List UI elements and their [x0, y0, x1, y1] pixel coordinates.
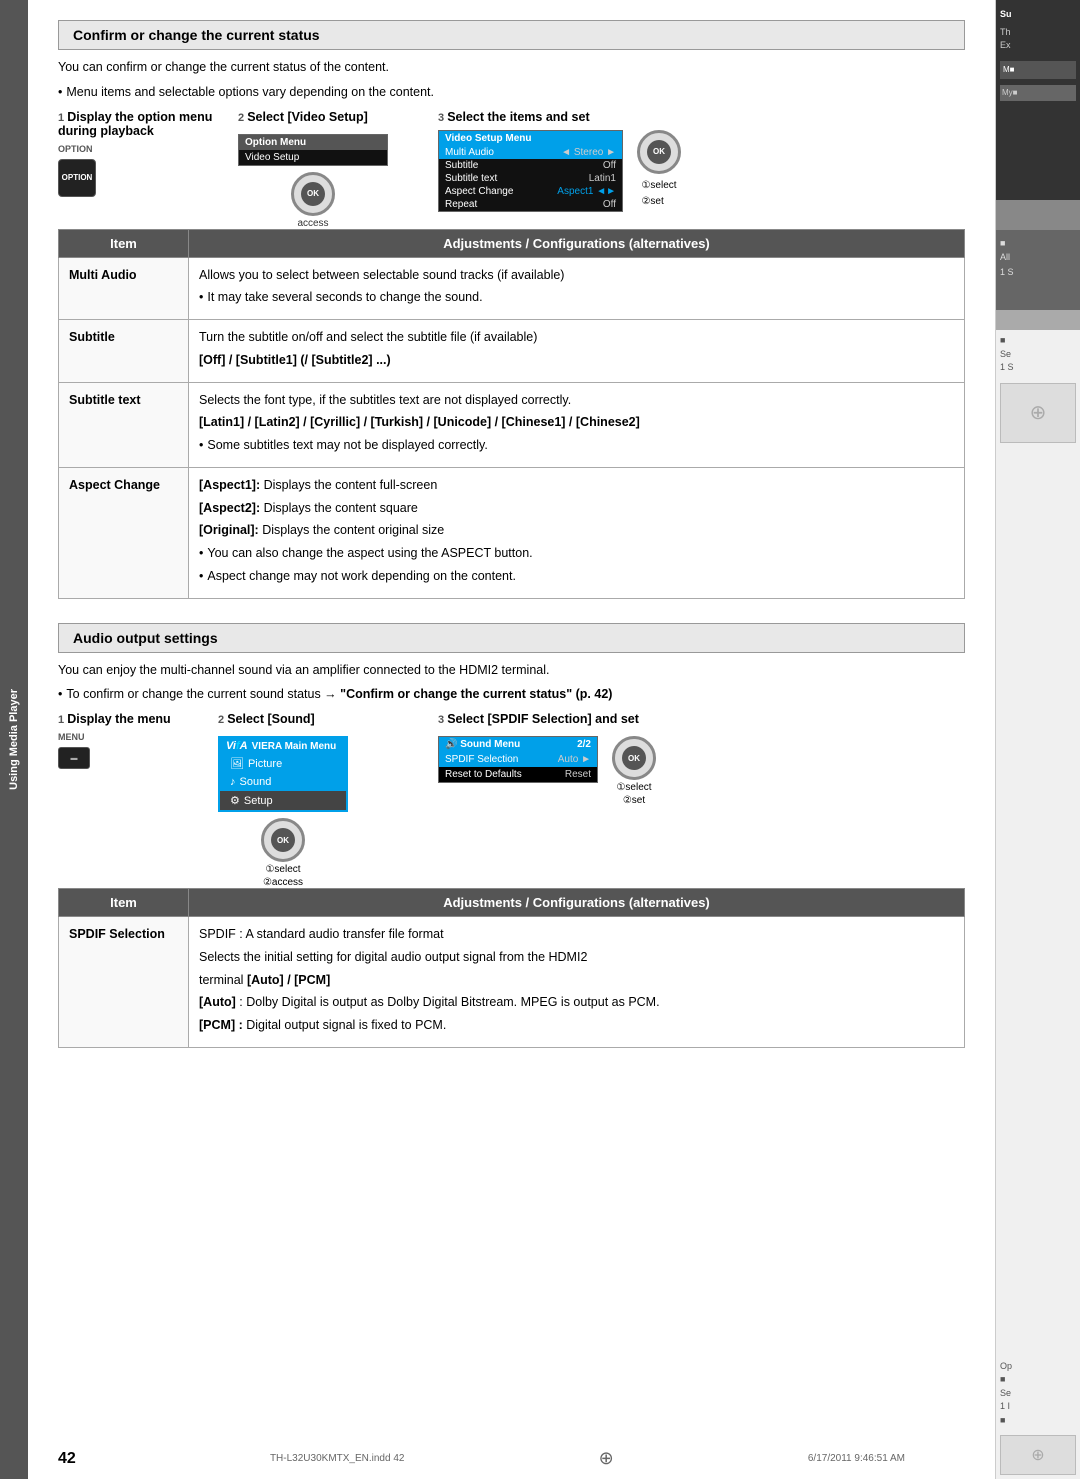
section1-intro2: •Menu items and selectable options vary … — [58, 83, 965, 102]
sidebar-mid-content: ■ All 1 S — [996, 230, 1080, 310]
page-number: 42 — [58, 1450, 76, 1468]
access-text: access — [297, 218, 328, 229]
section1-intro2-text: Menu items and selectable options vary d… — [66, 85, 434, 99]
sidebar-top-content: Su Th Ex M■ My■ — [996, 0, 1080, 200]
sound-menu-header: 🔊 Sound Menu 2/2 — [439, 737, 597, 752]
main-menu-header: VifA VIERA Main Menu — [220, 738, 346, 754]
section2-step1-title: 1 Display the menu — [58, 712, 171, 726]
section1-header: Confirm or change the current status — [58, 20, 965, 50]
section2-steps: 1 Display the menu MENU ▬ 2 Select [Soun… — [58, 712, 965, 888]
compass-icon: ⊕ — [599, 1448, 614, 1469]
section1: Confirm or change the current status You… — [58, 20, 965, 599]
item-label-aspect: Aspect Change — [59, 467, 189, 598]
section1-step2: 2 Select [Video Setup] Option Menu Video… — [238, 110, 418, 229]
table-row: Multi Audio Allows you to select between… — [59, 257, 965, 320]
item-desc-multiaudio: Allows you to select between selectable … — [189, 257, 965, 320]
table-row: Subtitle Turn the subtitle on/off and se… — [59, 320, 965, 383]
footer-right: 6/17/2011 9:46:51 AM — [808, 1453, 905, 1464]
section1-step2-title: 2 Select [Video Setup] — [238, 110, 368, 124]
video-setup-menu: Video Setup Menu Multi Audio◄ Stereo ► S… — [438, 130, 623, 212]
option-label-text: OPTION — [58, 144, 93, 154]
menu-button-icon[interactable]: ▬ — [58, 747, 90, 769]
footer-left: TH-L32U30KMTX_EN.indd 42 — [270, 1453, 405, 1464]
option-menu-item: Video Setup — [239, 150, 387, 165]
select-label-s2: ①select — [265, 864, 300, 875]
sidebar-tab-label: Using Media Player — [8, 689, 20, 790]
set-label2-s2: ②set — [623, 795, 645, 806]
item-label-subtitle: Subtitle — [59, 320, 189, 383]
section2: Audio output settings You can enjoy the … — [58, 623, 965, 1048]
sound-menu-box: 🔊 Sound Menu 2/2 SPDIF SelectionAuto ► R… — [438, 736, 598, 783]
section1-steps: 1 Display the option menu during playbac… — [58, 110, 965, 229]
page-footer: 42 TH-L32U30KMTX_EN.indd 42 ⊕ 6/17/2011 … — [58, 1448, 905, 1469]
select-label: ①select — [641, 178, 676, 194]
section1-intro1: You can confirm or change the current st… — [58, 58, 965, 77]
main-menu-box: VifA VIERA Main Menu 🖼 Picture ♪ Sound ⚙… — [218, 736, 348, 812]
table-row: Subtitle text Selects the font type, if … — [59, 382, 965, 467]
access-label-s2: ②access — [263, 877, 303, 888]
ok-inner: OK — [301, 182, 325, 206]
ok-inner-s2-3: OK — [622, 746, 646, 770]
video-setup-menu-header: Video Setup Menu — [439, 131, 622, 146]
item-label-spdif: SPDIF Selection — [59, 917, 189, 1048]
set-label: ②set — [641, 194, 676, 210]
item-desc-subtitletext: Selects the font type, if the subtitles … — [189, 382, 965, 467]
video-menu-items: Multi Audio◄ Stereo ► SubtitleOff Subtit… — [439, 146, 622, 211]
option-button-icon[interactable]: OPTION — [58, 159, 96, 197]
section2-intro1: You can enjoy the multi-channel sound vi… — [58, 661, 965, 680]
table2-header-adj: Adjustments / Configurations (alternativ… — [189, 889, 965, 917]
main-content: Confirm or change the current status You… — [28, 0, 995, 1479]
item-label-multiaudio: Multi Audio — [59, 257, 189, 320]
select-label2-s2: ①select — [616, 782, 651, 793]
option-menu-header: Option Menu — [239, 135, 387, 150]
table2-header-item: Item — [59, 889, 189, 917]
section2-step1: 1 Display the menu MENU ▬ — [58, 712, 198, 769]
option-menu-box: Option Menu Video Setup — [238, 134, 388, 166]
menu-label-text: MENU — [58, 732, 85, 742]
section2-step2: 2 Select [Sound] VifA VIERA Main Menu 🖼 … — [218, 712, 418, 888]
nav-circle-step3[interactable]: OK — [637, 130, 681, 174]
select-set: ①select ②set — [641, 178, 676, 210]
table-header-item: Item — [59, 229, 189, 257]
section1-step1: 1 Display the option menu during playbac… — [58, 110, 218, 197]
table-header-adj: Adjustments / Configurations (alternativ… — [189, 229, 965, 257]
table-row: SPDIF Selection SPDIF : A standard audio… — [59, 917, 965, 1048]
item-label-subtitletext: Subtitle text — [59, 382, 189, 467]
table-row: Aspect Change [Aspect1]: Displays the co… — [59, 467, 965, 598]
sound-menu-page: 2/2 — [577, 739, 591, 750]
menu-item-picture[interactable]: 🖼 Picture — [220, 754, 346, 773]
ok-inner-s2: OK — [271, 828, 295, 852]
sidebar-tab: Using Media Player — [0, 0, 28, 1479]
section2-step2-title: 2 Select [Sound] — [218, 712, 315, 726]
menu-item-setup[interactable]: ⚙ Setup — [220, 791, 346, 810]
right-sidebar: Su Th Ex M■ My■ ■ All 1 S ■ Se 1 S ⊕ Op … — [995, 0, 1080, 1479]
section1-step3-title: 3 Select the items and set — [438, 110, 590, 124]
section2-step3: 3 Select [SPDIF Selection] and set 🔊 Sou… — [438, 712, 965, 806]
item-desc-aspect: [Aspect1]: Displays the content full-scr… — [189, 467, 965, 598]
ok-inner3: OK — [647, 140, 671, 164]
section1-step3: 3 Select the items and set Video Setup M… — [438, 110, 965, 212]
nav-circle-s2-step2[interactable]: OK — [261, 818, 305, 862]
section2-step3-title: 3 Select [SPDIF Selection] and set — [438, 712, 639, 726]
menu-item-sound[interactable]: ♪ Sound — [220, 773, 346, 791]
section2-intro2: •To confirm or change the current sound … — [58, 685, 965, 704]
item-desc-spdif: SPDIF : A standard audio transfer file f… — [189, 917, 965, 1048]
section1-step1-title: 1 Display the option menu during playbac… — [58, 110, 218, 138]
section2-table: Item Adjustments / Configurations (alter… — [58, 888, 965, 1048]
nav-circle-step2[interactable]: OK — [291, 172, 335, 216]
item-desc-subtitle: Turn the subtitle on/off and select the … — [189, 320, 965, 383]
spdif-row: SPDIF SelectionAuto ► — [439, 752, 597, 767]
section1-table: Item Adjustments / Configurations (alter… — [58, 229, 965, 599]
nav-circle-s2-step3[interactable]: OK — [612, 736, 656, 780]
section2-header: Audio output settings — [58, 623, 965, 653]
reset-row: Reset to DefaultsReset — [439, 767, 597, 782]
